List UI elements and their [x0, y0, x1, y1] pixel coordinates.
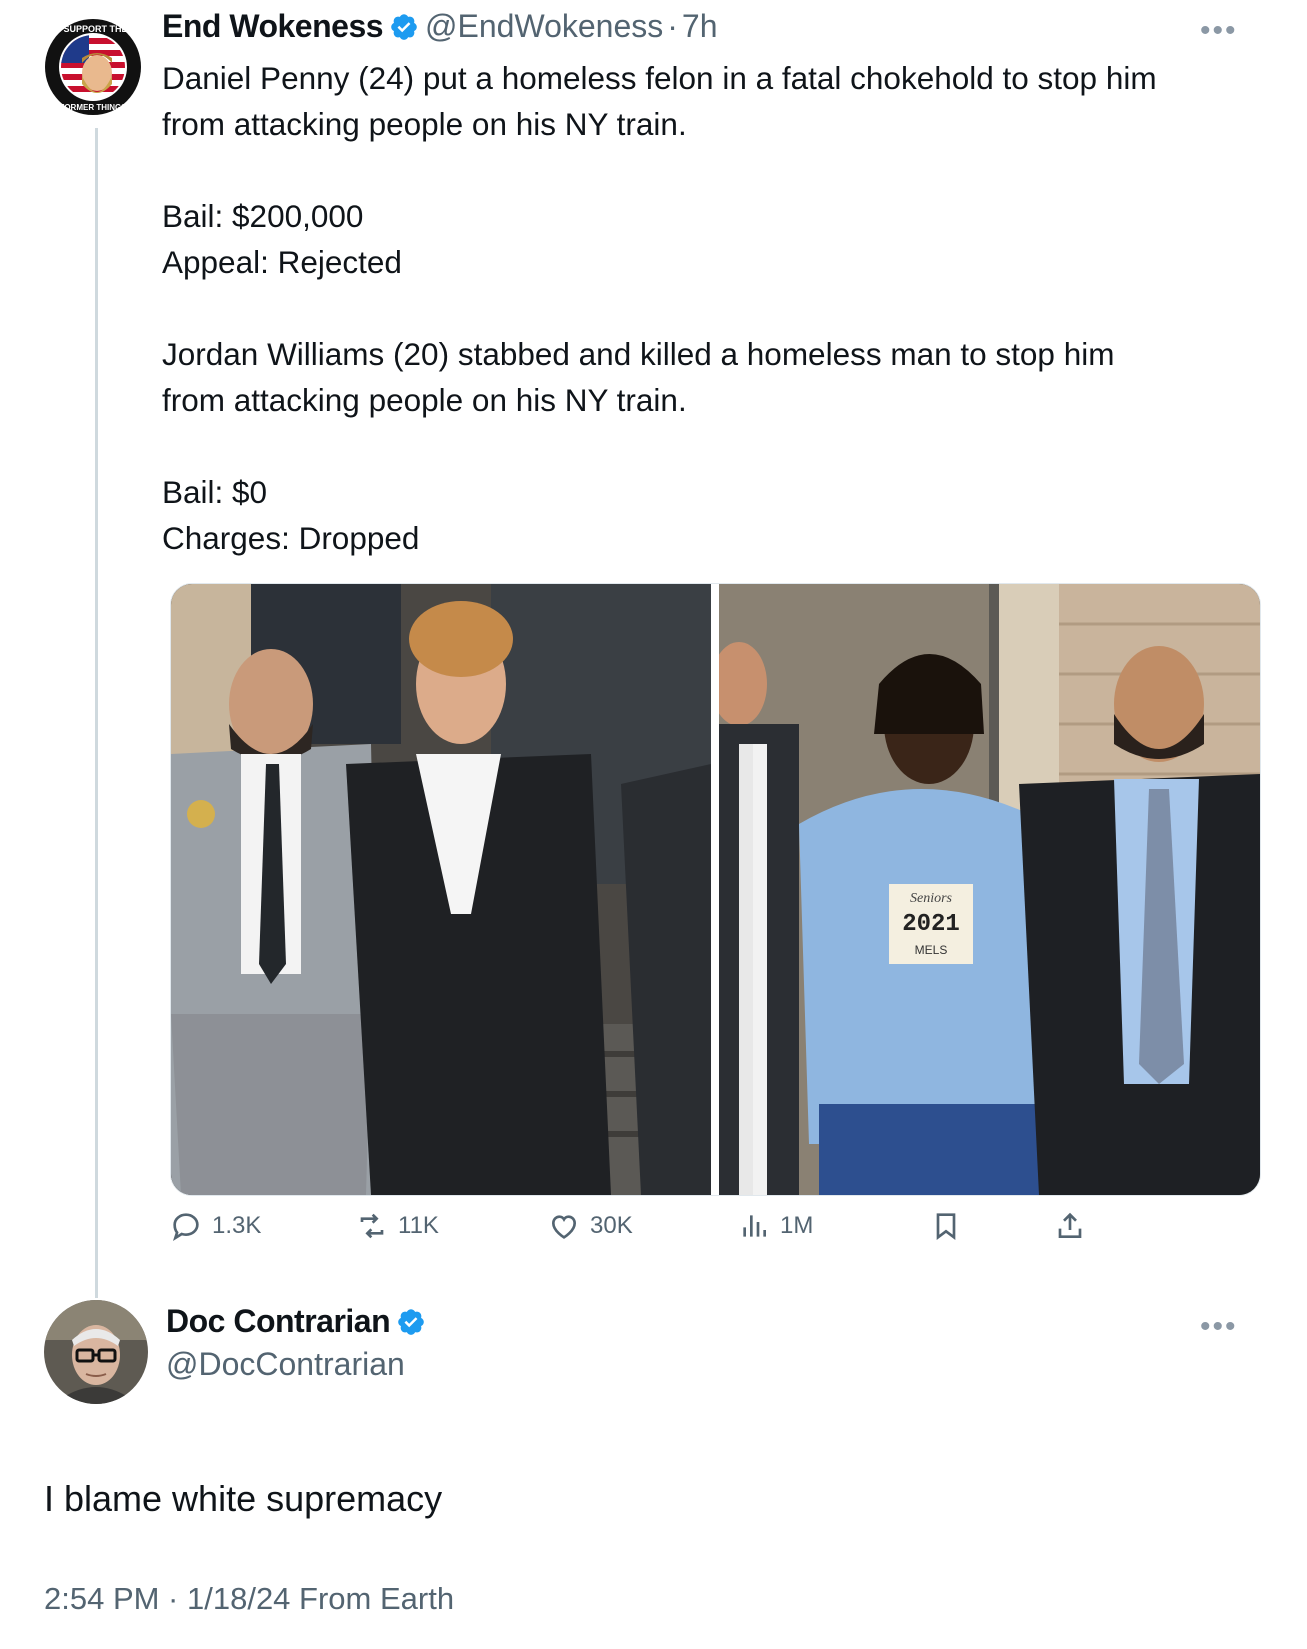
hoodie-print-seniors: Seniors — [910, 891, 953, 906]
reply-tweet-text: I blame white supremacy — [44, 1478, 443, 1519]
reply-tweet-header: Doc Contrarian — [166, 1303, 432, 1340]
reply-timestamp[interactable]: 2:54 PM · 1/18/24 From Earth — [44, 1581, 454, 1617]
share-button[interactable] — [1054, 1210, 1096, 1242]
reply-count: 1.3K — [212, 1212, 262, 1239]
original-tweet-header: End Wokeness @EndWokeness · 7h — [162, 8, 718, 45]
views-button[interactable]: 1M — [738, 1210, 813, 1242]
separator-dot: · — [667, 8, 678, 44]
original-tweet-text: Daniel Penny (24) put a homeless felon i… — [162, 60, 1157, 556]
tweet-action-bar: 1.3K 11K 30K 1M — [170, 1210, 1170, 1250]
ellipsis-icon[interactable]: ••• — [1200, 1310, 1238, 1344]
svg-text:FORMER THINGS: FORMER THINGS — [59, 103, 127, 112]
tweet-media-grid[interactable]: Seniors 2021 MELS — [170, 583, 1261, 1196]
original-author-avatar[interactable]: I SUPPORT THE FORMER THINGS — [44, 18, 142, 116]
share-icon — [1058, 1212, 1082, 1238]
bookmark-button[interactable] — [930, 1210, 972, 1242]
photo-man-in-blue-hoodie-escorted-by-detective[interactable]: Seniors 2021 MELS — [711, 584, 1260, 1195]
reply-button[interactable]: 1.3K — [170, 1210, 261, 1242]
reply-author-handle[interactable]: @DocContrarian — [166, 1346, 405, 1383]
author-display-name[interactable]: End Wokeness — [162, 8, 384, 44]
like-count: 30K — [590, 1212, 633, 1239]
repost-icon — [360, 1213, 384, 1239]
tweet-time-ago[interactable]: 7h — [682, 8, 718, 44]
thread-connector-line — [95, 128, 98, 1298]
elderly-man-with-glasses-avatar — [44, 1300, 148, 1404]
views-chart-icon — [743, 1215, 766, 1237]
photo-suited-man-escorted-by-detective[interactable] — [171, 584, 711, 1195]
reply-author-display-name[interactable]: Doc Contrarian — [166, 1303, 391, 1339]
hoodie-print-year: 2021 — [902, 911, 960, 938]
ellipsis-icon[interactable]: ••• — [1200, 14, 1238, 48]
verified-badge-icon — [391, 14, 417, 40]
repost-button[interactable]: 11K — [356, 1210, 439, 1242]
like-button[interactable]: 30K — [548, 1210, 633, 1242]
svg-text:I SUPPORT THE: I SUPPORT THE — [58, 24, 127, 34]
author-handle[interactable]: @EndWokeness — [425, 8, 663, 44]
reply-author-avatar[interactable] — [44, 1300, 148, 1404]
heart-icon — [551, 1215, 577, 1239]
views-count: 1M — [780, 1212, 814, 1239]
verified-badge-icon — [398, 1309, 424, 1335]
right-photo-illustration: Seniors 2021 MELS — [711, 584, 1260, 1195]
reply-icon — [172, 1213, 199, 1242]
repost-count: 11K — [398, 1212, 439, 1239]
support-the-former-things-badge-icon: I SUPPORT THE FORMER THINGS — [45, 19, 141, 115]
hoodie-print-mels: MELS — [915, 943, 948, 957]
left-photo-illustration — [171, 584, 711, 1195]
bookmark-icon — [936, 1213, 956, 1240]
